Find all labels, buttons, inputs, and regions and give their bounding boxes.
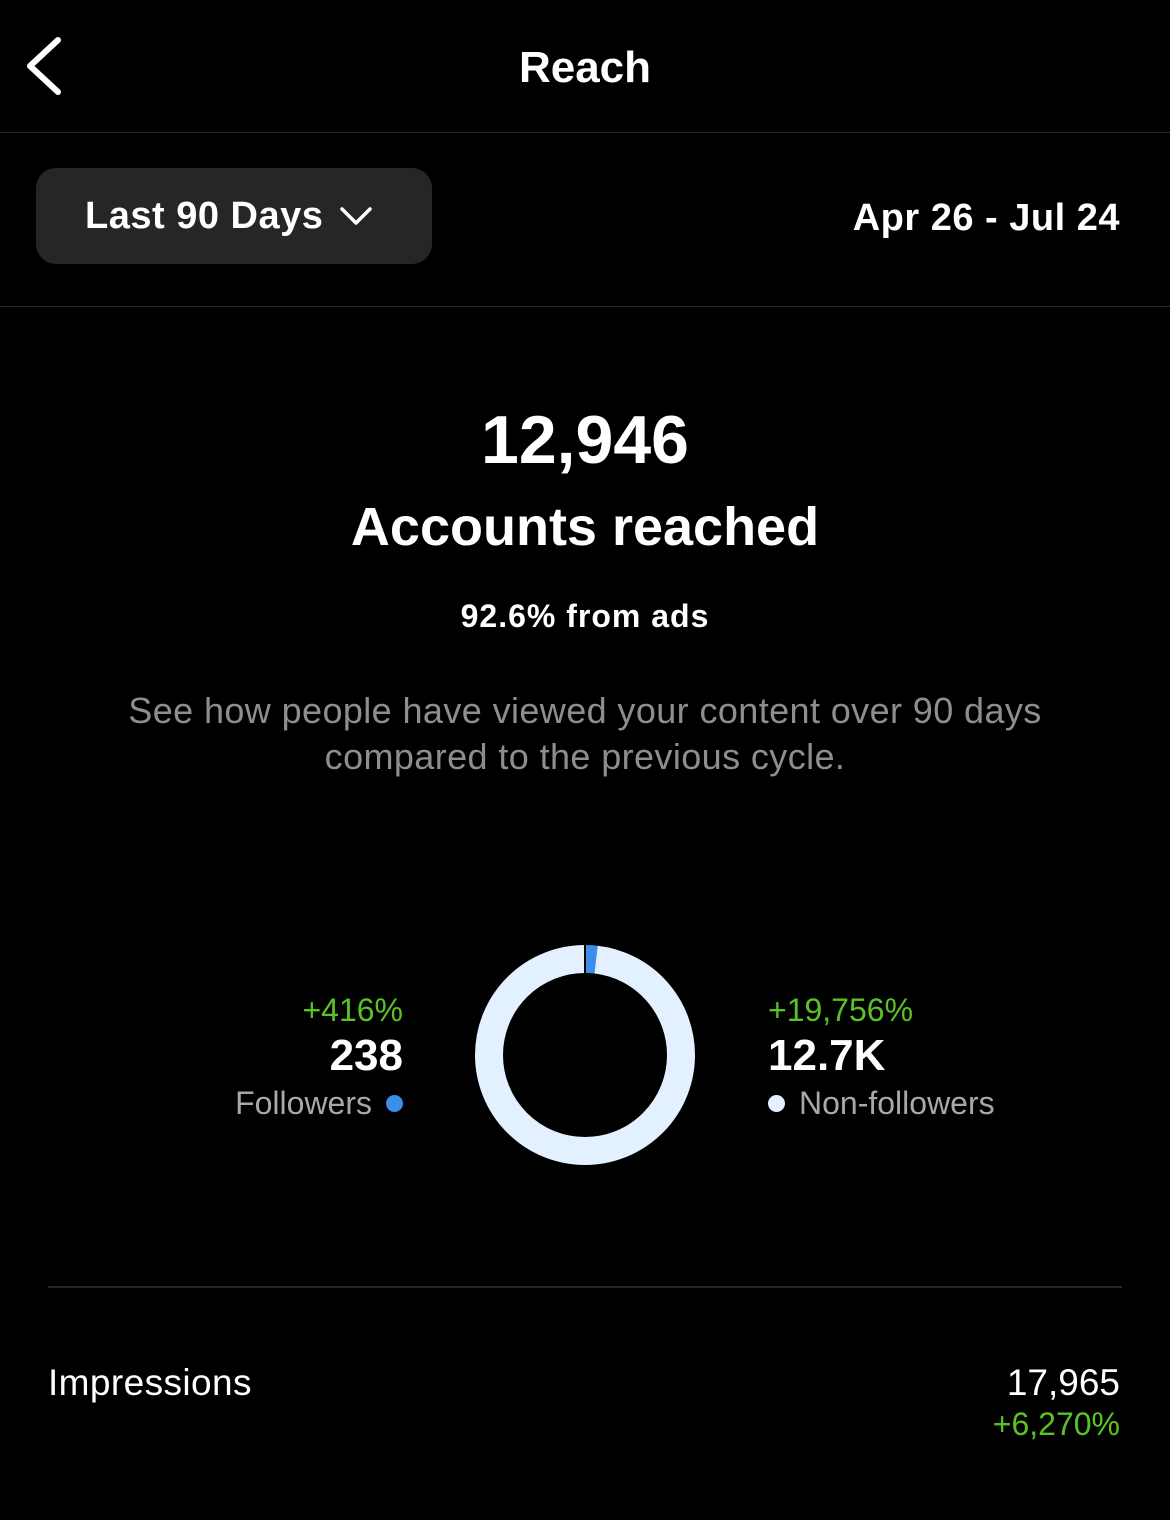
followers-legend: Followers bbox=[235, 1082, 403, 1124]
reach-description: See how people have viewed your content … bbox=[128, 690, 1042, 777]
impressions-label: Impressions bbox=[48, 1362, 252, 1403]
time-range-dropdown[interactable]: Last 90 Days bbox=[36, 168, 432, 264]
page-title: Reach bbox=[518, 43, 652, 92]
followers-label: Followers bbox=[235, 1085, 372, 1121]
non-followers-stat: +19,756% 12.7K Non-followers bbox=[768, 990, 995, 1124]
ads-share-text: 92.6% from ads bbox=[460, 598, 710, 634]
impressions-row[interactable]: Impressions 17,965 +6,270% bbox=[48, 1360, 1120, 1450]
non-followers-legend: Non-followers bbox=[768, 1082, 995, 1124]
top-nav-bar: Reach bbox=[0, 0, 1170, 133]
non-followers-change: +19,756% bbox=[768, 992, 914, 1028]
donut-slice-non-followers bbox=[475, 945, 695, 1165]
time-range-label: Last 90 Days bbox=[85, 194, 324, 237]
chevron-down-icon bbox=[340, 207, 373, 225]
impressions-value: 17,965 bbox=[1006, 1362, 1120, 1403]
followers-stat: +416% 238 Followers bbox=[235, 990, 403, 1124]
section-divider bbox=[48, 1286, 1122, 1288]
followers-change: +416% bbox=[302, 992, 403, 1028]
non-followers-value: 12.7K bbox=[768, 1031, 886, 1080]
date-range-text: Apr 26 - Jul 24 bbox=[852, 197, 1120, 239]
non-followers-label: Non-followers bbox=[799, 1085, 995, 1121]
non-followers-legend-dot bbox=[768, 1094, 785, 1112]
followers-legend-dot bbox=[386, 1094, 403, 1112]
accounts-reached-label: Accounts reached bbox=[350, 497, 820, 557]
reach-donut-chart bbox=[475, 945, 695, 1165]
date-range-bar: Last 90 Days Apr 26 - Jul 24 bbox=[0, 133, 1170, 307]
accounts-reached-count: 12,946 bbox=[481, 402, 689, 478]
impressions-change: +6,270% bbox=[992, 1406, 1120, 1442]
followers-value: 238 bbox=[329, 1031, 403, 1080]
